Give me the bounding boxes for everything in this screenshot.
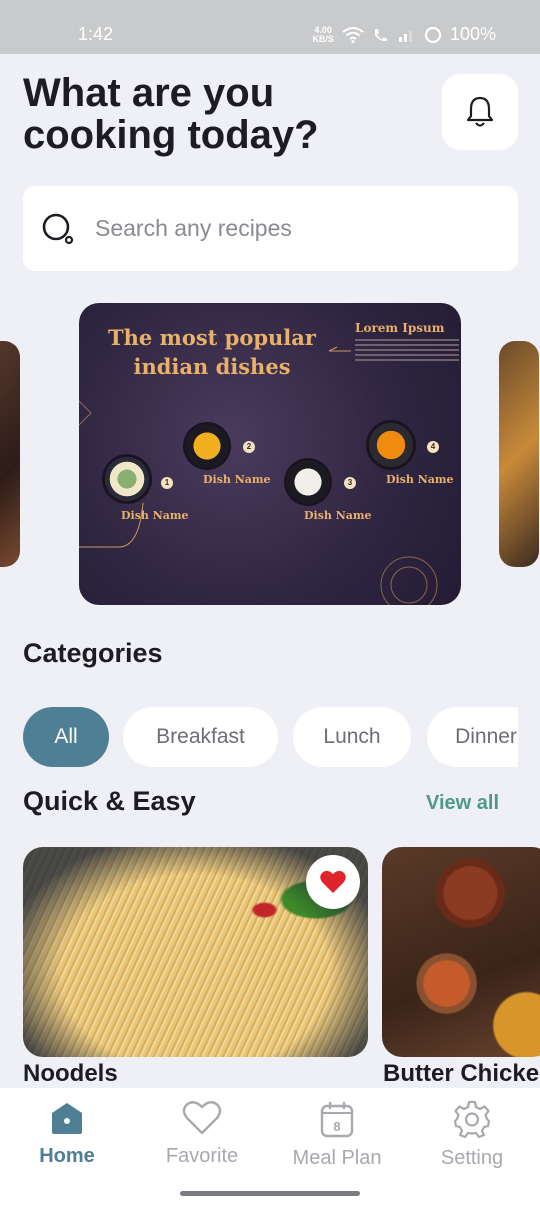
banner-dish-name: Dish Name [304, 509, 372, 522]
category-chip-dinner[interactable]: Dinner [427, 707, 518, 767]
home-icon [52, 1103, 82, 1134]
battery-percent: 100% [449, 24, 496, 44]
heart-outline-icon [182, 1101, 222, 1135]
banner-dish-number-4: 4 [427, 441, 439, 453]
search-icon [42, 213, 74, 244]
category-chips: All Breakfast Lunch Dinner [23, 707, 518, 769]
nav-home[interactable]: Home [7, 1100, 127, 1168]
search-bar[interactable]: Search any recipes [23, 186, 518, 271]
banner-dish-2 [186, 425, 246, 467]
banner-dish-name: Dish Name [121, 509, 189, 522]
category-chip-breakfast[interactable]: Breakfast [123, 707, 278, 767]
featured-banner[interactable]: The most popular indian dishes Lorem Ips… [79, 303, 461, 605]
banner-dish-3 [287, 461, 347, 503]
dish-plate [287, 461, 329, 503]
home-indicator[interactable] [180, 1191, 360, 1196]
banner-dish-label-2: Dish Name [203, 467, 283, 486]
page-title: What are you cooking today? [23, 72, 343, 156]
notifications-button[interactable] [442, 74, 518, 150]
network-speed-unit: KB/S [312, 33, 334, 44]
call-icon [374, 28, 387, 41]
dish-plate [186, 425, 228, 467]
banner-dish-label-4: Dish Name [386, 467, 461, 486]
view-all-link[interactable]: View all [426, 792, 499, 815]
category-chip-all[interactable]: All [23, 707, 109, 767]
nav-meal-plan-label: Meal Plan [292, 1147, 382, 1169]
status-bar: 1:42 4.00 KB/S 100% [0, 0, 540, 54]
page-title-line1: What are you [23, 71, 275, 115]
bell-icon [466, 96, 494, 127]
calendar-icon-number: 8 [333, 1119, 340, 1134]
network-speed: 4.00 KB/S [312, 25, 334, 44]
recipe-card-butter-chicken[interactable] [382, 847, 540, 1057]
nav-meal-plan[interactable]: 8 Meal Plan [277, 1100, 397, 1170]
banner-dish-name: Dish Name [203, 473, 271, 486]
banner-dish-label-3: Dish Name [304, 503, 384, 522]
bottom-nav: Home Favorite 8 Meal Plan Setting [0, 1088, 540, 1206]
calendar-icon: 8 [320, 1102, 354, 1138]
banner-dish-number-1: 1 [161, 477, 173, 489]
dish-plate [105, 457, 149, 501]
banner-dish-1 [105, 457, 165, 501]
gear-icon [453, 1100, 491, 1139]
search-input[interactable]: Search any recipes [95, 215, 292, 242]
carousel-next-card[interactable] [499, 341, 539, 567]
banner-dish-number-3: 3 [344, 477, 356, 489]
page-title-line2: cooking today? [23, 113, 319, 157]
banner-dish-number-2: 2 [243, 441, 255, 453]
featured-carousel[interactable]: The most popular indian dishes Lorem Ips… [0, 303, 540, 605]
nav-home-label: Home [39, 1145, 95, 1167]
wifi-icon [342, 26, 364, 43]
dish-plate [369, 423, 413, 467]
status-time: 1:42 [78, 24, 114, 44]
nav-setting[interactable]: Setting [412, 1100, 532, 1170]
nav-favorite[interactable]: Favorite [142, 1100, 262, 1168]
banner-dish-4 [369, 423, 429, 467]
nav-favorite-label: Favorite [165, 1145, 239, 1167]
heart-icon [320, 870, 346, 893]
recipe-name[interactable]: Butter Chicken [383, 1060, 540, 1088]
banner-dish-name: Dish Name [386, 473, 454, 486]
categories-title: Categories [23, 638, 163, 668]
nav-setting-label: Setting [440, 1147, 504, 1169]
recipe-name[interactable]: Noodels [23, 1060, 118, 1088]
battery-icon [424, 26, 442, 43]
quick-easy-title: Quick & Easy [23, 786, 196, 816]
banner-dish-label-1: Dish Name [121, 503, 201, 522]
signal-icon [398, 30, 412, 42]
favorite-button[interactable] [306, 855, 360, 909]
category-chip-lunch[interactable]: Lunch [293, 707, 411, 767]
carousel-prev-card[interactable] [0, 341, 20, 567]
